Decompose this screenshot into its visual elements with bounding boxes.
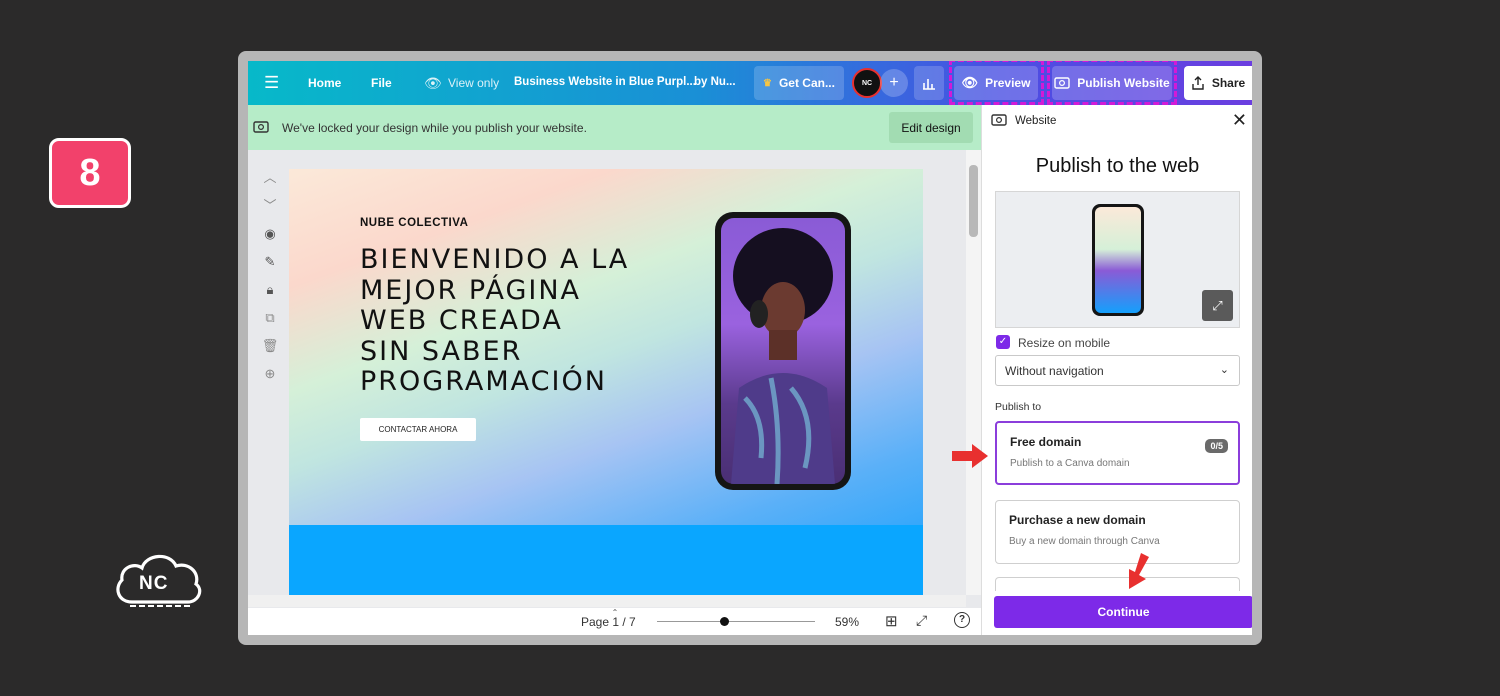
- mini-phone-screen: [1095, 207, 1141, 313]
- fullscreen-icon[interactable]: ⤢: [916, 612, 927, 629]
- purchase-domain-option[interactable]: Purchase a new domain Buy a new domain t…: [995, 500, 1240, 564]
- resize-mobile-label: Resize on mobile: [1018, 336, 1111, 350]
- lock-message: We've locked your design while you publi…: [282, 121, 587, 135]
- menu-icon[interactable]: ☰: [264, 73, 279, 93]
- mini-phone-preview: [1092, 204, 1144, 316]
- phone-photo: [721, 218, 845, 484]
- canvas-area: ︿ ﹀ ◉ ✎ 🔒︎ ⧉ 🗑︎ ⊕ NUBE COLECTIVA BIENVEN…: [248, 150, 981, 635]
- view-only-label: View only: [448, 76, 500, 90]
- notes-icon[interactable]: ✎: [258, 248, 282, 276]
- horizontal-scrollbar[interactable]: [248, 595, 966, 607]
- home-menu[interactable]: Home: [308, 76, 341, 90]
- duplicate-icon[interactable]: ⧉: [258, 304, 282, 332]
- canva-app: ☰ Home File 👁 View only Business Website…: [248, 61, 1252, 635]
- top-toolbar: ☰ Home File 👁 View only Business Website…: [248, 61, 1252, 105]
- arrow-right-icon: [952, 444, 988, 468]
- publish-to-label: Publish to: [995, 401, 1042, 413]
- scrollbar-thumb[interactable]: [969, 165, 978, 237]
- zoom-slider[interactable]: [657, 621, 815, 622]
- lock-icon[interactable]: 🔒︎: [258, 276, 282, 304]
- document-title[interactable]: Business Website in Blue Purpl...: [514, 76, 696, 88]
- design-brand: NUBE COLECTIVA: [360, 217, 469, 229]
- share-button[interactable]: Share: [1184, 66, 1252, 100]
- user-avatar[interactable]: NC: [852, 68, 882, 98]
- vertical-scrollbar[interactable]: [966, 150, 981, 595]
- expand-preview-icon[interactable]: ⤢: [1202, 290, 1233, 321]
- logo-text: NC: [139, 573, 169, 594]
- panel-title: Publish to the web: [1035, 155, 1200, 177]
- page-bottom-band: [289, 525, 923, 595]
- insights-button[interactable]: [914, 66, 944, 100]
- headline-line: PROGRAMACIÓN: [360, 366, 607, 397]
- add-collaborator-button[interactable]: +: [880, 69, 908, 97]
- design-headline: BIENVENIDO A LA MEJOR PÁGINA WEB CREADA …: [360, 244, 690, 398]
- add-page-icon[interactable]: ⊕: [258, 360, 282, 388]
- nube-colectiva-logo: NC: [112, 548, 204, 610]
- eye-icon: 👁: [424, 75, 442, 91]
- grid-view-icon[interactable]: ⊞: [885, 612, 898, 630]
- free-domain-option[interactable]: Free domain Publish to a Canva domain 0/…: [995, 421, 1240, 485]
- trash-icon[interactable]: 🗑︎: [258, 332, 282, 360]
- step-badge: 8: [49, 138, 131, 208]
- lock-banner: We've locked your design while you publi…: [248, 105, 981, 150]
- continue-button[interactable]: Continue: [994, 596, 1252, 628]
- share-icon: [1192, 76, 1204, 90]
- hide-icon[interactable]: ◉: [258, 220, 282, 248]
- publish-highlight: [1047, 61, 1177, 105]
- file-menu[interactable]: File: [371, 76, 392, 90]
- zoom-slider-handle[interactable]: [719, 617, 729, 626]
- zoom-level[interactable]: 59%: [835, 615, 859, 629]
- design-page[interactable]: NUBE COLECTIVA BIENVENIDO A LA MEJOR PÁG…: [289, 169, 923, 595]
- website-icon: [253, 121, 269, 133]
- contact-cta-button[interactable]: CONTACTAR AHORA: [360, 418, 476, 441]
- close-icon[interactable]: ✕: [1232, 110, 1247, 131]
- woman-with-headphones-image: [731, 228, 835, 484]
- screenshot-frame: ☰ Home File 👁 View only Business Website…: [238, 51, 1262, 645]
- page-indicator[interactable]: Page 1 / 7: [581, 615, 636, 629]
- phone-mockup: [715, 212, 851, 490]
- crown-icon: ♛: [763, 77, 772, 89]
- resize-mobile-checkbox[interactable]: ✓: [996, 335, 1010, 349]
- document-author: by Nu...: [694, 76, 736, 88]
- publish-panel: Website ✕ Publish to the web ⤢ ✓ Resize …: [981, 105, 1252, 635]
- next-option-partial[interactable]: [995, 577, 1240, 591]
- get-canva-pro-button[interactable]: ♛ Get Can...: [754, 66, 844, 100]
- panel-header: Website: [1015, 115, 1057, 127]
- headline-line: MEJOR PÁGINA: [360, 274, 582, 306]
- headline-line: SIN SABER: [360, 335, 523, 367]
- chevron-up-icon[interactable]: ︿: [258, 164, 282, 192]
- headline-line: BIENVENIDO A LA: [360, 244, 630, 275]
- navigation-select[interactable]: Without navigation ⌄: [995, 355, 1240, 386]
- side-tools: ︿ ﹀ ◉ ✎ 🔒︎ ⧉ 🗑︎ ⊕: [258, 164, 282, 388]
- edit-design-button[interactable]: Edit design: [889, 112, 973, 143]
- help-icon[interactable]: ?: [954, 612, 970, 628]
- chevron-down-icon[interactable]: ﹀: [258, 192, 282, 220]
- preview-highlight: [949, 61, 1044, 105]
- chevron-down-icon: ⌄: [1219, 364, 1229, 376]
- headline-line: WEB CREADA: [360, 305, 563, 336]
- bar-chart-icon: [923, 79, 935, 90]
- arrow-down-icon: [1129, 553, 1149, 589]
- bottom-bar: ⌃ Page 1 / 7 59% ⊞ ⤢ ?: [248, 608, 981, 635]
- website-preview: ⤢: [995, 191, 1240, 328]
- website-icon: [991, 114, 1007, 126]
- domain-count-badge: 0/5: [1205, 439, 1228, 453]
